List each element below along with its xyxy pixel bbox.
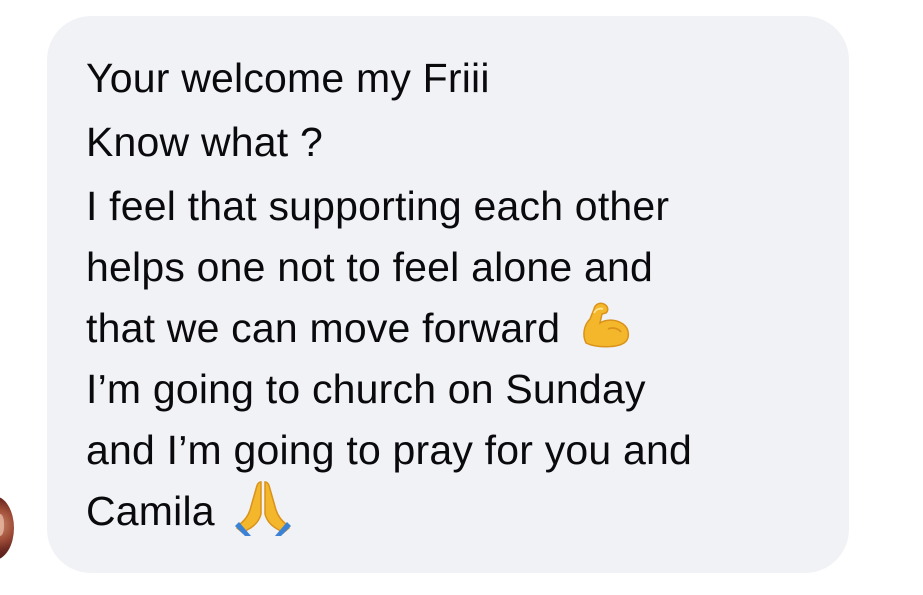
message-line: and I’m going to pray for you and xyxy=(86,420,809,481)
message-line: Camila xyxy=(86,480,809,542)
message-text: I feel that supporting each other xyxy=(86,183,670,229)
message-text: helps one not to feel alone and xyxy=(86,244,653,290)
message-line: helps one not to feel alone and xyxy=(86,237,809,298)
message-line: Know what ? xyxy=(86,108,809,176)
folded-hands-icon xyxy=(233,478,293,546)
message-text: that we can move forward xyxy=(86,305,561,351)
message-text: Camila xyxy=(86,488,215,534)
message-text: Your welcome my Friii xyxy=(86,54,490,101)
message-line: I feel that supporting each other xyxy=(86,176,809,237)
flexed-biceps-icon xyxy=(578,299,634,359)
sender-avatar[interactable] xyxy=(0,496,14,560)
message-line: Your welcome my Friii xyxy=(86,48,809,108)
message-line: that we can move forward xyxy=(86,298,809,359)
chat-screen: Your welcome my Friii Know what ? I feel… xyxy=(0,0,923,595)
message-text: Know what ? xyxy=(86,118,323,165)
message-line: I’m going to church on Sunday xyxy=(86,359,809,420)
received-message-bubble[interactable]: Your welcome my Friii Know what ? I feel… xyxy=(47,16,849,573)
message-text: I’m going to church on Sunday xyxy=(86,366,646,412)
message-text: and I’m going to pray for you and xyxy=(86,427,693,473)
